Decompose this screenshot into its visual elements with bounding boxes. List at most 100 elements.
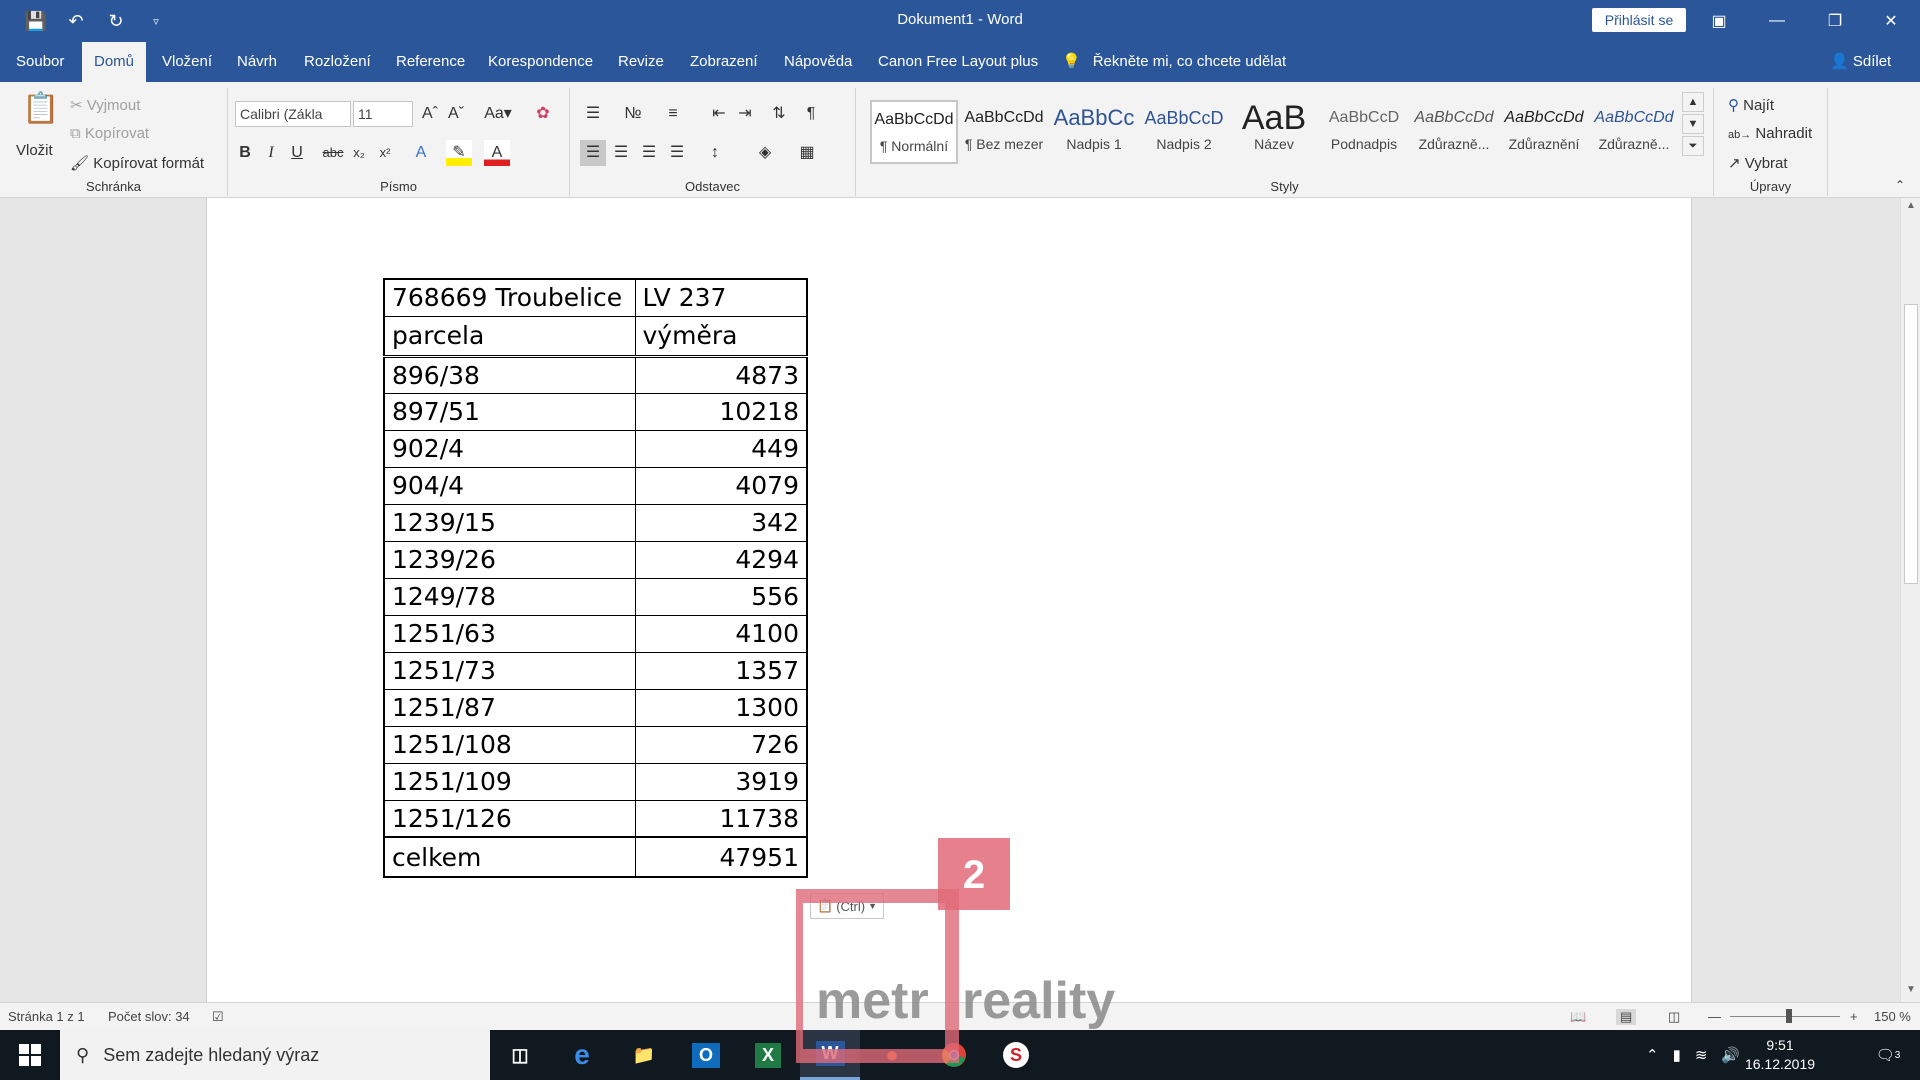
- highlight-icon[interactable]: ✎: [446, 140, 472, 166]
- area-cell[interactable]: 4100: [634, 614, 808, 653]
- area-cell[interactable]: 342: [634, 503, 808, 542]
- increase-indent-icon[interactable]: ⇥: [732, 101, 758, 127]
- underline-icon[interactable]: U: [284, 140, 310, 166]
- redo-icon[interactable]: ↻: [96, 0, 136, 42]
- style-normalni[interactable]: AaBbCcDd ¶ Normální: [870, 100, 958, 164]
- align-center-icon[interactable]: ☰: [608, 140, 634, 166]
- clear-formatting-icon[interactable]: ✿: [530, 101, 556, 127]
- area-cell[interactable]: 449: [634, 429, 808, 468]
- area-cell[interactable]: 3919: [634, 762, 808, 801]
- replace-button[interactable]: ab→ Nahradit: [1728, 125, 1812, 142]
- firefox-icon[interactable]: ●: [862, 1030, 922, 1080]
- parcel-cell[interactable]: 897/51: [383, 392, 636, 431]
- word-count[interactable]: Počet slov: 34: [108, 1009, 190, 1024]
- multilevel-list-icon[interactable]: ≡: [660, 101, 686, 127]
- decrease-indent-icon[interactable]: ⇤: [706, 101, 732, 127]
- borders-icon[interactable]: ▦: [794, 140, 820, 166]
- zoom-slider-thumb[interactable]: [1786, 1009, 1792, 1023]
- tab-zobrazeni[interactable]: Zobrazení: [678, 42, 770, 82]
- battery-icon[interactable]: ▮: [1673, 1046, 1681, 1064]
- edge-icon[interactable]: e: [552, 1030, 612, 1080]
- share-button[interactable]: 👤 Sdílet: [1830, 42, 1891, 82]
- strikethrough-icon[interactable]: abc: [320, 140, 346, 166]
- restore-icon[interactable]: ❐: [1806, 0, 1864, 42]
- customize-qat-icon[interactable]: ▿: [136, 0, 176, 42]
- zoom-slider[interactable]: [1730, 1016, 1840, 1017]
- area-cell[interactable]: 11738: [634, 799, 808, 838]
- shrink-font-icon[interactable]: Aˇ: [443, 101, 469, 127]
- bullets-icon[interactable]: ☰: [580, 101, 606, 127]
- document-page[interactable]: 768669 Troubelice LV 237 parcela výměra …: [206, 198, 1692, 1002]
- scroll-down-icon[interactable]: ▼: [1901, 984, 1920, 1000]
- align-left-icon[interactable]: ☰: [580, 140, 606, 166]
- total-value-cell[interactable]: 47951: [634, 836, 808, 878]
- word-icon[interactable]: W: [800, 1030, 860, 1080]
- start-button[interactable]: [0, 1030, 60, 1080]
- area-cell[interactable]: 556: [634, 577, 808, 616]
- table-cell[interactable]: parcela: [383, 315, 636, 358]
- area-cell[interactable]: 1300: [634, 688, 808, 727]
- area-cell[interactable]: 4079: [634, 466, 808, 505]
- area-cell[interactable]: 1357: [634, 651, 808, 690]
- area-cell[interactable]: 4294: [634, 540, 808, 579]
- zoom-out-icon[interactable]: —: [1708, 1009, 1721, 1024]
- tab-reference[interactable]: Reference: [384, 42, 477, 82]
- bold-icon[interactable]: B: [232, 140, 258, 166]
- font-name-combo[interactable]: Calibri (Zákla: [235, 101, 351, 127]
- paste-icon[interactable]: 📋: [22, 94, 59, 136]
- superscript-icon[interactable]: x²: [372, 140, 398, 166]
- parcel-cell[interactable]: 1249/78: [383, 577, 636, 616]
- style-zdurazneni-intenzivni[interactable]: AaBbCcDd Zdůrazně...: [1590, 100, 1678, 164]
- parcel-cell[interactable]: 1251/109: [383, 762, 636, 801]
- parcel-cell[interactable]: 1239/26: [383, 540, 636, 579]
- tab-domu[interactable]: Domů: [82, 42, 147, 82]
- total-label-cell[interactable]: celkem: [383, 836, 636, 878]
- change-case-icon[interactable]: Aa▾: [480, 101, 516, 127]
- tab-vlozeni[interactable]: Vložení: [150, 42, 224, 82]
- numbering-icon[interactable]: №: [620, 101, 646, 127]
- area-cell[interactable]: 4873: [634, 355, 808, 394]
- parcel-cell[interactable]: 904/4: [383, 466, 636, 505]
- line-spacing-icon[interactable]: ↕: [702, 140, 728, 166]
- undo-icon[interactable]: ↶: [56, 0, 96, 42]
- task-view-icon[interactable]: ◫: [490, 1030, 550, 1080]
- cut-button[interactable]: ✂ Vyjmout: [70, 96, 140, 114]
- styles-scroll-up-icon[interactable]: ▲: [1682, 92, 1704, 112]
- style-zdurazneni[interactable]: AaBbCcDd Zdůraznění: [1500, 100, 1588, 164]
- shading-icon[interactable]: ◈: [752, 140, 778, 166]
- file-explorer-icon[interactable]: 📁: [614, 1030, 674, 1080]
- font-color-icon[interactable]: A: [484, 140, 510, 166]
- tab-navrh[interactable]: Návrh: [225, 42, 289, 82]
- style-nadpis-1[interactable]: AaBbCc Nadpis 1: [1050, 100, 1138, 164]
- web-layout-icon[interactable]: ◫: [1668, 1009, 1680, 1025]
- parcel-cell[interactable]: 896/38: [383, 355, 636, 394]
- paste-options-button[interactable]: 📋 (Ctrl) ▼: [810, 893, 884, 919]
- tray-overflow-icon[interactable]: ⌃: [1646, 1046, 1659, 1064]
- format-painter-button[interactable]: 🖌 Kopírovat formát: [70, 154, 204, 172]
- ribbon-display-options-icon[interactable]: ▣: [1690, 0, 1748, 42]
- scroll-up-icon[interactable]: ▲: [1901, 200, 1920, 216]
- table-cell[interactable]: 768669 Troubelice: [383, 278, 636, 317]
- subscript-icon[interactable]: x₂: [346, 140, 372, 166]
- zoom-in-icon[interactable]: +: [1850, 1009, 1858, 1024]
- italic-icon[interactable]: I: [258, 140, 284, 166]
- show-marks-icon[interactable]: ¶: [798, 101, 824, 127]
- parcel-cell[interactable]: 1251/108: [383, 725, 636, 764]
- signin-button[interactable]: Přihlásit se: [1592, 8, 1686, 32]
- table-cell[interactable]: LV 237: [634, 278, 808, 317]
- align-right-icon[interactable]: ☰: [636, 140, 662, 166]
- parcel-cell[interactable]: 1239/15: [383, 503, 636, 542]
- parcel-cell[interactable]: 902/4: [383, 429, 636, 468]
- sort-icon[interactable]: ⇅: [766, 101, 792, 127]
- proofing-icon[interactable]: ☑: [212, 1009, 224, 1025]
- taskbar-clock[interactable]: 9:51 16.12.2019: [1740, 1036, 1820, 1074]
- style-zdurazneni-jemne[interactable]: AaBbCcDd Zdůrazně...: [1410, 100, 1498, 164]
- page-count[interactable]: Stránka 1 z 1: [8, 1009, 85, 1024]
- volume-icon[interactable]: 🔊: [1721, 1046, 1740, 1064]
- tab-korespondence[interactable]: Korespondence: [476, 42, 605, 82]
- app-s-icon[interactable]: S: [986, 1030, 1046, 1080]
- parcel-cell[interactable]: 1251/87: [383, 688, 636, 727]
- parcel-cell[interactable]: 1251/63: [383, 614, 636, 653]
- find-button[interactable]: ⚲ Najít: [1728, 96, 1774, 114]
- wifi-icon[interactable]: ≋: [1695, 1046, 1708, 1064]
